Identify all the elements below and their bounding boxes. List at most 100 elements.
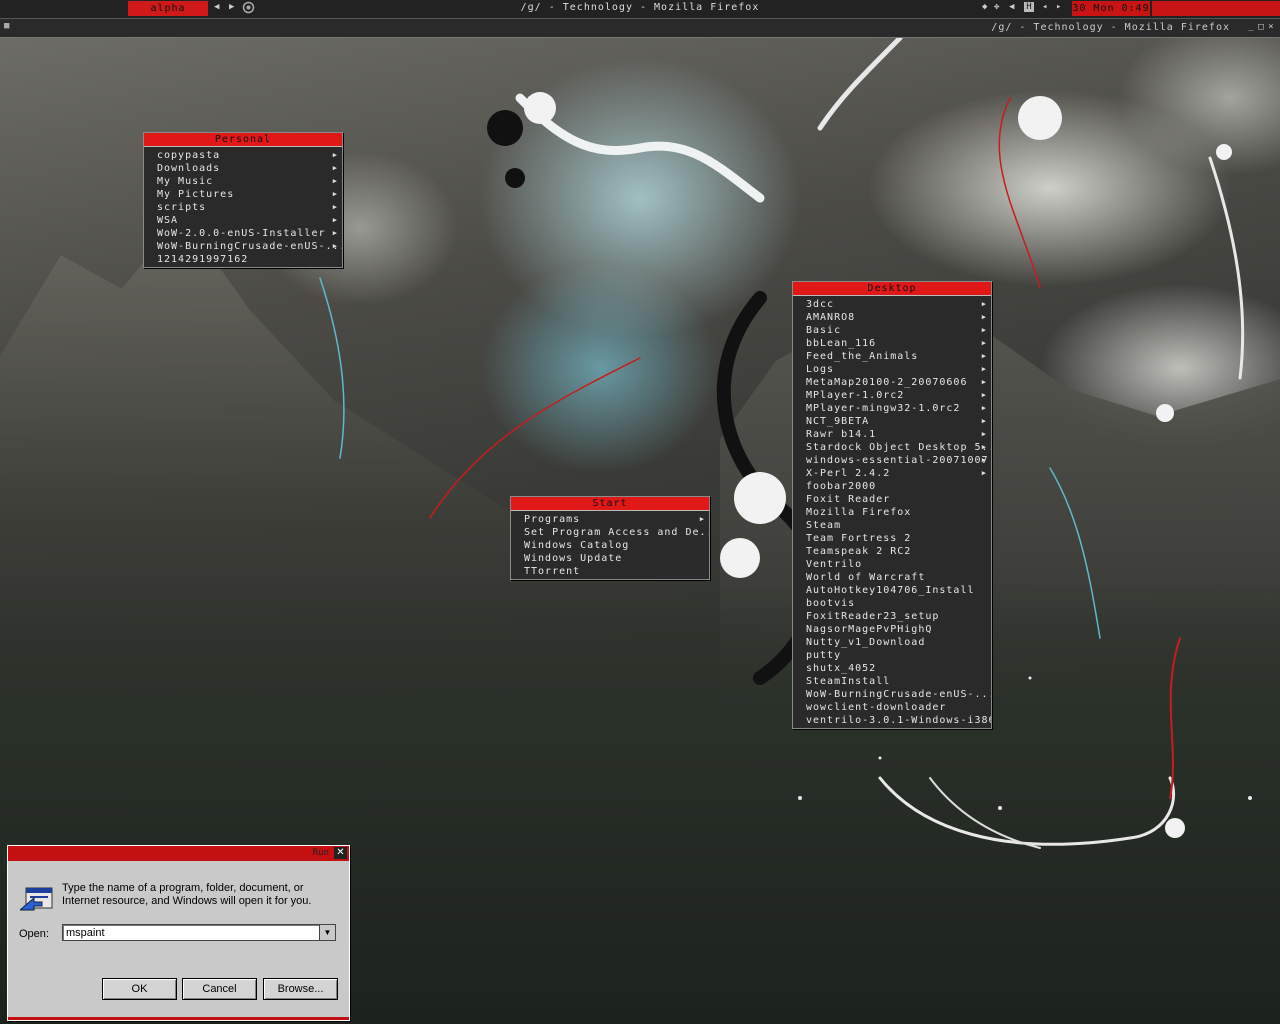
menu-item-label: Set Program Access and De... — [524, 527, 709, 538]
desktop-menu-item[interactable]: Rawr b14.1 ▶ — [793, 428, 991, 441]
start-menu-title: Start — [511, 497, 709, 511]
run-close-button[interactable]: ✕ — [334, 847, 347, 859]
menu-item-label: Team Fortress 2 — [806, 533, 912, 544]
desktop-menu-item[interactable]: bootvis — [793, 597, 991, 610]
desktop-menu-item[interactable]: bbLean_116 ▶ — [793, 337, 991, 350]
desktop-menu-item[interactable]: ventrilo-3.0.1-Windows-i386 — [793, 714, 991, 727]
menu-item-label: Ventrilo — [806, 559, 863, 570]
menu-item-label: Teamspeak 2 RC2 — [806, 546, 912, 557]
desktop-menu-item[interactable]: FoxitReader23_setup — [793, 610, 991, 623]
desktop-menu-item[interactable]: shutx_4052 — [793, 662, 991, 675]
desktop-menu-item[interactable]: MetaMap20100-2_20070606 ▶ — [793, 376, 991, 389]
menu-item-label: Rawr b14.1 — [806, 429, 877, 440]
desktop-menu-item[interactable]: MPlayer-1.0rc2 ▶ — [793, 389, 991, 402]
desktop-menu-item[interactable]: SteamInstall — [793, 675, 991, 688]
desktop-menu-item[interactable]: Feed_the_Animals ▶ — [793, 350, 991, 363]
menu-item-label: foobar2000 — [806, 481, 877, 492]
personal-menu-item[interactable]: scripts ▶ — [144, 201, 342, 214]
menu-item-label: shutx_4052 — [806, 663, 877, 674]
desktop-menu-item[interactable]: Steam — [793, 519, 991, 532]
tray-next-icon[interactable]: ▸ — [1056, 2, 1061, 12]
menu-item-label: Nutty_v1_Download — [806, 637, 926, 648]
desktop-menu-item[interactable]: Basic ▶ — [793, 324, 991, 337]
desktop-menu-item[interactable]: Teamspeak 2 RC2 — [793, 545, 991, 558]
top-toolbar: alpha ◀ ▶ /g/ - Technology - Mozilla Fir… — [0, 0, 1280, 19]
personal-menu-item[interactable]: 1214291997162 — [144, 253, 342, 266]
menu-item-label: TTorrent — [524, 566, 581, 577]
desktop-menu-item[interactable]: NCT_9BETA ▶ — [793, 415, 991, 428]
menu-item-label: SteamInstall — [806, 676, 891, 687]
personal-menu-items: copypasta ▶ Downloads ▶ My Music ▶ My Pictures… — [144, 147, 342, 267]
menu-item-label: scripts — [157, 202, 207, 213]
personal-menu-item[interactable]: copypasta ▶ — [144, 149, 342, 162]
window-titlebar[interactable]: ■ /g/ - Technology - Mozilla Firefox _ □ × — [0, 19, 1280, 38]
desktop-menu-item[interactable]: windows-essential-20071007 ▶ — [793, 454, 991, 467]
desktop-menu-item[interactable]: 3dcc ▶ — [793, 298, 991, 311]
desktop-menu-item[interactable]: Stardock Object Desktop 5... ▶ — [793, 441, 991, 454]
submenu-arrow-icon: ▶ — [981, 300, 987, 308]
tray-prev-icon[interactable]: ◂ — [1042, 2, 1047, 12]
window-menu-icon[interactable]: ■ — [4, 21, 9, 31]
desktop-menu-item[interactable]: Logs ▶ — [793, 363, 991, 376]
desktop-menu-item[interactable]: putty — [793, 649, 991, 662]
desktop-menu-item[interactable]: AutoHotkey104706_Install — [793, 584, 991, 597]
clock[interactable]: 30 Mon 0:49 — [1072, 1, 1150, 16]
desktop-menu-item[interactable]: NagsorMagePvPHighQ — [793, 623, 991, 636]
app-tray-icon[interactable]: H — [1024, 2, 1034, 12]
desktop-menu-item[interactable]: World of Warcraft — [793, 571, 991, 584]
desktop-menu-item[interactable]: wowclient-downloader — [793, 701, 991, 714]
personal-menu-item[interactable]: My Pictures ▶ — [144, 188, 342, 201]
menu-item-label: WoW-BurningCrusade-enUS-... — [157, 241, 342, 252]
run-program-icon — [20, 887, 53, 911]
maximize-icon[interactable]: □ — [1256, 22, 1266, 32]
cancel-button[interactable]: Cancel — [182, 978, 257, 1000]
menu-item-label: World of Warcraft — [806, 572, 926, 583]
submenu-arrow-icon: ▶ — [981, 378, 987, 386]
start-menu-item[interactable]: Windows Catalog — [511, 539, 709, 552]
desktop-menu-item[interactable]: Nutty_v1_Download — [793, 636, 991, 649]
desktop-menu-item[interactable]: Foxit Reader — [793, 493, 991, 506]
menu-item-label: Programs — [524, 514, 581, 525]
network-tray-icon[interactable]: ✥ — [994, 2, 999, 12]
submenu-arrow-icon: ▶ — [332, 151, 338, 159]
volume-tray-icon[interactable]: ◀ — [1009, 2, 1014, 12]
submenu-arrow-icon: ▶ — [332, 190, 338, 198]
desktop-menu-item[interactable]: X-Perl 2.4.2 ▶ — [793, 467, 991, 480]
menu-item-label: Downloads — [157, 163, 221, 174]
open-dropdown-button[interactable]: ▼ — [319, 924, 336, 941]
start-menu: Start Programs ▶ Set Program Access and De… — [510, 496, 710, 580]
submenu-arrow-icon: ▶ — [981, 430, 987, 438]
start-menu-items: Programs ▶ Set Program Access and De... Win… — [511, 511, 709, 579]
run-dialog-titlebar[interactable]: Run ✕ — [8, 846, 349, 861]
menu-item-label: FoxitReader23_setup — [806, 611, 940, 622]
desktop-menu-item[interactable]: MPlayer-mingw32-1.0rc2 ▶ — [793, 402, 991, 415]
desktop-menu-item[interactable]: Mozilla Firefox — [793, 506, 991, 519]
personal-menu-item[interactable]: WoW-2.0.0-enUS-Installer ▶ — [144, 227, 342, 240]
minimize-icon[interactable]: _ — [1246, 22, 1256, 32]
desktop-menu-item[interactable]: AMANRO8 ▶ — [793, 311, 991, 324]
start-menu-item[interactable]: Windows Update — [511, 552, 709, 565]
menu-item-label: Steam — [806, 520, 842, 531]
menu-item-label: bootvis — [806, 598, 856, 609]
personal-menu-item[interactable]: WoW-BurningCrusade-enUS-... ▶ — [144, 240, 342, 253]
desktop-menu-item[interactable]: Team Fortress 2 — [793, 532, 991, 545]
start-menu-item[interactable]: TTorrent — [511, 565, 709, 578]
start-menu-item[interactable]: Set Program Access and De... — [511, 526, 709, 539]
close-icon[interactable]: × — [1266, 22, 1276, 32]
start-menu-item[interactable]: Programs ▶ — [511, 513, 709, 526]
personal-menu-item[interactable]: Downloads ▶ — [144, 162, 342, 175]
open-field[interactable] — [62, 924, 320, 941]
desktop-menu-item[interactable]: Ventrilo — [793, 558, 991, 571]
menu-item-label: WoW-2.0.0-enUS-Installer — [157, 228, 326, 239]
menu-item-label: Mozilla Firefox — [806, 507, 912, 518]
desktop-menu-item[interactable]: WoW-BurningCrusade-enUS-... — [793, 688, 991, 701]
personal-menu-item[interactable]: WSA ▶ — [144, 214, 342, 227]
browse-button[interactable]: Browse... — [263, 978, 338, 1000]
open-label: Open: — [19, 928, 49, 940]
ok-button[interactable]: OK — [102, 978, 177, 1000]
tray-arrow-icon[interactable]: ◆ — [982, 2, 987, 12]
personal-menu-item[interactable]: My Music ▶ — [144, 175, 342, 188]
desktop-menu-item[interactable]: foobar2000 — [793, 480, 991, 493]
window-title: /g/ - Technology - Mozilla Firefox — [991, 22, 1230, 33]
run-dialog-title: Run — [312, 848, 329, 858]
